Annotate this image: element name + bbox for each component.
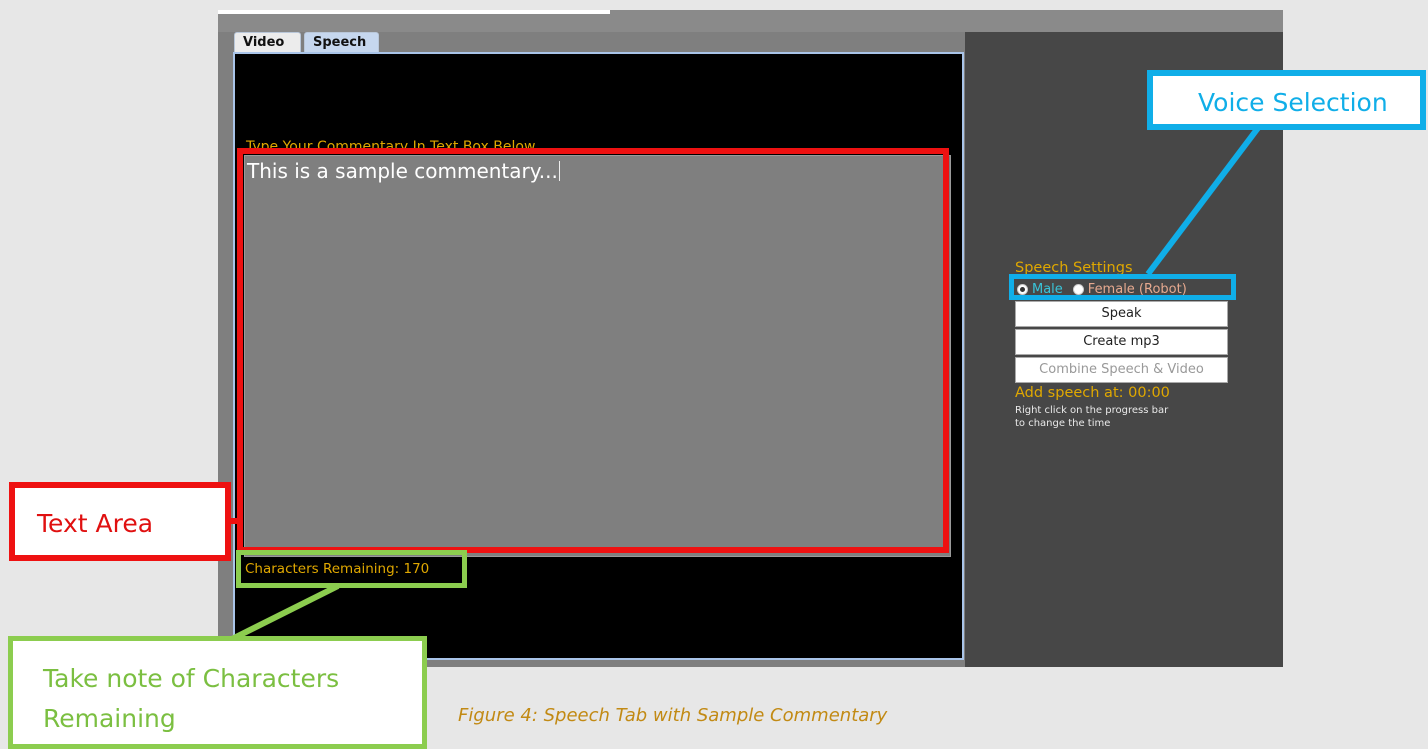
text-area-highlight-box [237, 148, 949, 553]
figure-caption: Figure 4: Speech Tab with Sample Comment… [458, 705, 888, 726]
voice-connector-line [1145, 126, 1261, 276]
characters-remaining-highlight-box [236, 550, 467, 588]
characters-remaining-callout: Take note of Characters Remaining [8, 636, 427, 749]
callout-line: Remaining [43, 704, 176, 733]
characters-connector-line [228, 583, 340, 643]
text-area-callout: Text Area [9, 482, 231, 561]
voice-selection-highlight-box [1009, 274, 1236, 300]
callout-line: Take note of Characters [43, 664, 340, 693]
voice-selection-callout: Voice Selection [1147, 70, 1426, 130]
